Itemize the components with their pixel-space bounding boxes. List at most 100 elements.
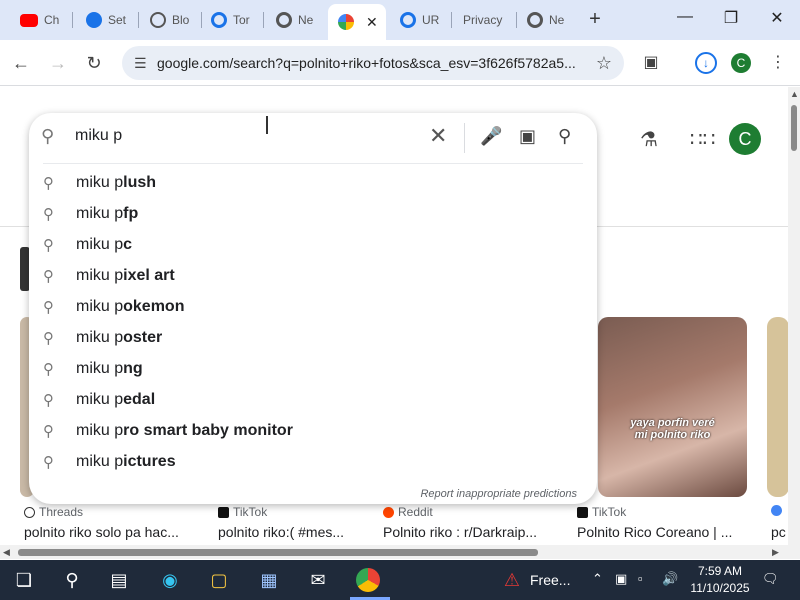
file-explorer-icon[interactable]: ▢ — [207, 568, 231, 592]
suggestion-item[interactable]: ⚲ miku pro smart baby monitor — [29, 415, 597, 446]
edge-icon[interactable]: ◉ — [158, 568, 182, 592]
result-source-4: TikTok — [577, 505, 626, 519]
profile-avatar[interactable]: C — [731, 53, 751, 73]
result-source-2: TikTok — [218, 505, 267, 519]
suggestion-item[interactable]: ⚲ miku pictures — [29, 446, 597, 477]
clock-date[interactable]: 11/10/2025 — [690, 581, 750, 595]
tray-app-icon[interactable]: ▣ — [615, 571, 627, 587]
apps-grid-icon[interactable]: ∷∷ — [690, 127, 715, 152]
torrent-icon — [211, 12, 227, 28]
search-icon: ⚲ — [41, 126, 55, 146]
warning-icon[interactable]: ⚠ — [500, 568, 524, 592]
scroll-right-icon[interactable]: ▶ — [772, 547, 779, 558]
search-icon: ⚲ — [43, 391, 54, 409]
vertical-scroll-thumb[interactable] — [791, 105, 797, 151]
image-result-5[interactable] — [767, 317, 788, 497]
search-icon: ⚲ — [43, 205, 54, 223]
account-avatar[interactable]: C — [729, 123, 761, 155]
tab-new-1[interactable]: Ne — [266, 6, 324, 34]
browser-toolbar: ← → ↻ ☰ google.com/search?q=polnito+riko… — [0, 40, 800, 86]
menu-icon[interactable]: ⋮ — [765, 50, 791, 76]
bookmark-star-icon[interactable]: ☆ — [596, 53, 612, 74]
tray-chevron-icon[interactable]: ⌃ — [592, 571, 603, 587]
notifications-icon[interactable]: 🗨 — [762, 571, 779, 587]
minimize-button[interactable]: — — [670, 8, 700, 32]
image-result-4[interactable]: yaya porfin veré mi polnito riko — [598, 317, 747, 497]
suggestion-item[interactable]: ⚲ miku pfp — [29, 198, 597, 229]
result-title-5[interactable]: pc — [771, 524, 786, 540]
search-input[interactable] — [75, 127, 415, 145]
gear-icon — [86, 12, 102, 28]
reddit-icon — [383, 506, 394, 518]
cast-icon[interactable]: ▣ — [638, 50, 664, 76]
download-icon[interactable]: ↓ — [695, 52, 717, 74]
image-caption: yaya porfin veré mi polnito riko — [630, 417, 715, 441]
search-icon: ⚲ — [43, 360, 54, 378]
tab-youtube[interactable]: Ch — [10, 6, 68, 34]
tab-settings[interactable]: Set — [76, 6, 134, 34]
mouse-ibeam-cursor — [266, 116, 268, 134]
labs-icon[interactable]: ⚗ — [640, 127, 658, 152]
site-info-icon[interactable]: ☰ — [134, 55, 150, 71]
result-source-5 — [771, 505, 782, 516]
tab-blog[interactable]: Blo — [140, 6, 198, 34]
clear-search-icon[interactable]: ✕ — [429, 123, 447, 149]
clock-time[interactable]: 7:59 AM — [690, 564, 750, 578]
tab-url[interactable]: UR — [390, 6, 448, 34]
threads-icon — [24, 506, 35, 518]
search-icon: ⚲ — [43, 422, 54, 440]
reload-button[interactable]: ↻ — [81, 50, 107, 76]
suggestion-item[interactable]: ⚲ miku pc — [29, 229, 597, 260]
result-source-1: Threads — [24, 505, 83, 519]
suggestion-item[interactable]: ⚲ miku pixel art — [29, 260, 597, 291]
horizontal-scrollbar[interactable]: ◀ ▶ — [0, 545, 800, 559]
back-button[interactable]: ← — [8, 50, 34, 76]
scroll-left-icon[interactable]: ◀ — [3, 547, 10, 558]
search-submit-icon[interactable]: ⚲ — [558, 126, 571, 147]
suggestion-item[interactable]: ⚲ miku pokemon — [29, 291, 597, 322]
suggestion-item[interactable]: ⚲ miku png — [29, 353, 597, 384]
network-icon[interactable]: ▫ — [638, 571, 643, 586]
notification-label[interactable]: Free... — [530, 572, 570, 588]
search-icon: ⚲ — [43, 267, 54, 285]
url-text[interactable]: google.com/search?q=polnito+riko+fotos&s… — [157, 55, 589, 71]
task-view-icon[interactable]: ▤ — [107, 568, 131, 592]
address-bar[interactable]: ☰ google.com/search?q=polnito+riko+fotos… — [122, 46, 624, 80]
suggestion-item[interactable]: ⚲ miku plush — [29, 167, 597, 198]
suggestion-item[interactable]: ⚲ miku poster — [29, 322, 597, 353]
microphone-icon[interactable]: 🎤 — [480, 126, 502, 147]
mail-icon[interactable]: ✉ — [306, 568, 330, 592]
suggestion-item[interactable]: ⚲ miku pedal — [29, 384, 597, 415]
result-title-1[interactable]: polnito riko solo pa hac... — [24, 524, 179, 540]
search-icon[interactable]: ⚲ — [60, 568, 84, 592]
windows-taskbar: ❏ ⚲ ▤ ◉ ▢ ▦ ✉ ⚠ Free... ⌃ ▣ ▫ 🔊 7:59 AM … — [0, 560, 800, 600]
report-predictions-link[interactable]: Report inappropriate predictions — [420, 488, 577, 500]
chrome-icon — [527, 12, 543, 28]
youtube-icon — [20, 13, 38, 27]
result-title-4[interactable]: Polnito Rico Coreano | ... — [577, 524, 732, 540]
result-title-3[interactable]: Polnito riko : r/Darkraip... — [383, 524, 537, 540]
tab-new-2[interactable]: Ne — [517, 6, 575, 34]
windows-start-icon[interactable]: ❏ — [12, 568, 36, 592]
tab-google-active[interactable]: ✕ — [328, 4, 386, 40]
close-window-button[interactable]: ✕ — [762, 8, 792, 32]
horizontal-scroll-thumb[interactable] — [18, 549, 538, 556]
forward-button[interactable]: → — [45, 50, 71, 76]
scroll-up-icon[interactable]: ▲ — [790, 89, 799, 99]
volume-icon[interactable]: 🔊 — [662, 571, 678, 587]
tab-privacy[interactable]: Privacy — [453, 6, 515, 34]
search-box-divider — [464, 123, 465, 153]
globe-icon — [150, 12, 166, 28]
close-tab-icon[interactable]: ✕ — [366, 14, 378, 31]
maximize-button[interactable]: ❐ — [716, 8, 746, 32]
search-icon: ⚲ — [43, 298, 54, 316]
tab-strip: Ch Set Blo Tor Ne ✕ UR Privacy Ne + — ❐ … — [0, 0, 800, 40]
store-icon[interactable]: ▦ — [257, 568, 281, 592]
vertical-scrollbar[interactable]: ▲ — [788, 87, 800, 545]
camera-lens-icon[interactable]: ▣ — [519, 126, 536, 147]
search-icon: ⚲ — [43, 174, 54, 192]
new-tab-button[interactable]: + — [585, 8, 605, 31]
result-title-2[interactable]: polnito riko:( #mes... — [218, 524, 344, 540]
chrome-taskbar-icon[interactable] — [356, 568, 380, 592]
tab-torrent[interactable]: Tor — [201, 6, 259, 34]
